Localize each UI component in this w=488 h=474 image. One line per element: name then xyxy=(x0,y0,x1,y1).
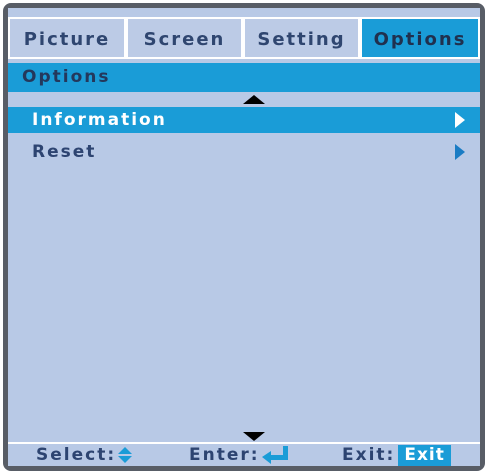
tab-picture[interactable]: Picture xyxy=(8,17,126,59)
tab-options[interactable]: Options xyxy=(360,17,480,59)
osd-menu-panel: Picture Screen Setting Options Options I… xyxy=(8,8,480,466)
chevron-right-icon xyxy=(455,144,465,160)
enter-hint: Enter: xyxy=(189,444,288,466)
menu-item-label: Information xyxy=(32,110,167,130)
up-down-arrows-icon xyxy=(118,446,133,464)
select-hint: Select: xyxy=(36,444,133,466)
menu-item-label: Reset xyxy=(32,142,97,162)
triangle-down-icon[interactable] xyxy=(243,432,265,441)
tab-setting[interactable]: Setting xyxy=(243,17,360,59)
exit-label: Exit: xyxy=(342,445,396,465)
footer-hints: Select: Enter: Exit: Exit xyxy=(8,442,480,466)
menu-item-reset[interactable]: Reset xyxy=(8,139,480,165)
osd-frame: Picture Screen Setting Options Options I… xyxy=(3,3,485,471)
select-label: Select: xyxy=(36,445,117,465)
enter-return-icon xyxy=(261,446,288,464)
menu-item-information[interactable]: Information xyxy=(8,107,480,133)
exit-badge[interactable]: Exit xyxy=(398,445,451,466)
enter-label: Enter: xyxy=(189,445,260,465)
chevron-right-icon xyxy=(455,112,465,128)
triangle-up-icon[interactable] xyxy=(243,95,265,104)
tab-bar: Picture Screen Setting Options xyxy=(8,17,480,59)
section-title: Options xyxy=(8,63,480,92)
tab-screen[interactable]: Screen xyxy=(126,17,243,59)
exit-hint: Exit: Exit xyxy=(342,444,451,466)
